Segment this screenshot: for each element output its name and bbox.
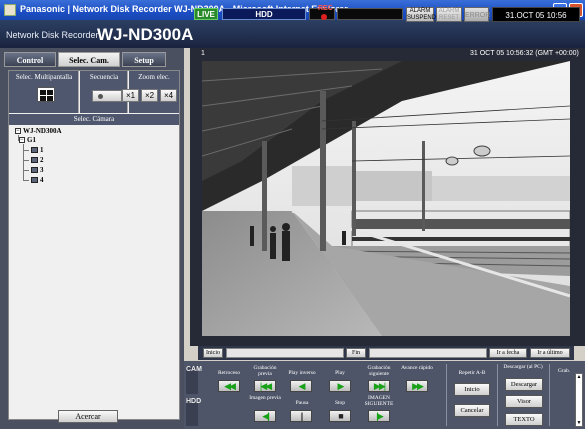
fast-forward-button[interactable]: ▶▶ xyxy=(406,380,428,392)
timeline-end-button[interactable]: Fin xyxy=(346,348,366,358)
ie-icon xyxy=(4,4,16,16)
tab-cam[interactable]: CAM xyxy=(186,366,202,394)
train-station-scene xyxy=(202,61,570,336)
tree-group[interactable]: − G1 xyxy=(19,136,36,144)
status-display xyxy=(337,8,403,20)
alarm-suspend-button[interactable]: ALARM SUSPEND xyxy=(406,7,436,22)
prev-image-button[interactable]: ◀|| xyxy=(254,410,276,422)
reverse-play-button[interactable]: ◀ xyxy=(290,380,312,392)
camera-select-header: Selec. Cámara xyxy=(9,114,179,125)
camera-icon xyxy=(31,157,38,163)
divider xyxy=(549,364,550,426)
zoom-x4-button[interactable]: ×4 xyxy=(160,89,177,102)
text-button[interactable]: TEXTO xyxy=(505,413,543,426)
prev-record-label: Grabación previa xyxy=(253,365,277,377)
camera-select-panel: Selec. Multipantalla Secuencia Zoom elec… xyxy=(8,70,180,420)
rewind-label: Retroceso xyxy=(218,370,240,376)
reverse-play-label: Play inverso xyxy=(288,370,316,376)
zoom-in-button[interactable]: Acercar xyxy=(58,410,118,423)
next-record-button[interactable]: ▶▶| xyxy=(368,380,390,392)
camera-icon xyxy=(31,147,38,153)
sequence-label: Secuencia xyxy=(89,73,119,81)
next-image-button[interactable]: ||▶ xyxy=(368,410,390,422)
stop-label: Stop xyxy=(334,400,346,406)
zoom-label: Zoom elec. xyxy=(138,73,170,81)
tab-setup[interactable]: Setup xyxy=(122,52,166,67)
hdd-indicator[interactable]: HDD xyxy=(222,8,306,20)
timeline-bar: Inicio Fin Ir a fecha Ir a último xyxy=(198,346,574,360)
pause-label: Pausa xyxy=(295,400,309,406)
rec-label: REC xyxy=(318,5,333,12)
play-label: Play xyxy=(335,370,345,376)
go-to-last-button[interactable]: Ir a último xyxy=(530,348,570,358)
stop-button[interactable]: ■ xyxy=(329,410,351,422)
timeline-start-button[interactable]: Inicio xyxy=(203,348,223,358)
grab-scrollbar[interactable]: ▲ ▼ xyxy=(575,373,583,427)
camera-video-image[interactable] xyxy=(202,61,570,336)
grab-label: Grab. xyxy=(557,368,571,374)
prev-record-button[interactable]: |◀◀ xyxy=(254,380,276,392)
rewind-button[interactable]: ◀◀ xyxy=(218,380,240,392)
video-timestamp: 31 OCT 05 10:56:32 (GMT +00:00) xyxy=(470,50,579,57)
prev-image-label: Imagen previa xyxy=(249,395,281,401)
error-button[interactable]: ERROR xyxy=(464,7,490,22)
fast-forward-label: Avance rápido xyxy=(401,365,433,371)
tree-group-label: G1 xyxy=(27,136,36,144)
pause-button[interactable]: || xyxy=(290,410,312,422)
tab-select-camera[interactable]: Selec. Cam. xyxy=(58,52,120,67)
tab-hdd[interactable]: HDD xyxy=(186,398,201,426)
tree-root-label: WJ-ND300A xyxy=(23,127,62,135)
multiscreen-block: Selec. Multipantalla xyxy=(9,71,79,113)
timeline-start-field[interactable] xyxy=(226,348,344,358)
go-to-date-button[interactable]: Ir a fecha xyxy=(489,348,527,358)
sequence-button[interactable] xyxy=(92,90,122,102)
tree-camera-1[interactable]: 1 xyxy=(23,146,44,154)
tree-camera-4[interactable]: 4 xyxy=(23,176,44,184)
timeline-end-field[interactable] xyxy=(369,348,487,358)
camera-icon xyxy=(31,177,38,183)
alarm-reset-button[interactable]: ALARM RESET xyxy=(436,7,462,22)
left-panel: Control Selec. Cam. Setup Selec. Multipa… xyxy=(0,48,184,429)
quad-screen-icon[interactable] xyxy=(37,87,55,102)
download-label: Descargar (al PC) xyxy=(503,364,543,370)
repeat-ab-label: Repetir A-B xyxy=(458,370,486,376)
repeat-start-button[interactable]: Inicio xyxy=(454,383,490,396)
divider xyxy=(446,364,447,426)
viewer-button[interactable]: Visor xyxy=(505,395,543,408)
repeat-cancel-button[interactable]: Cancelar xyxy=(454,404,490,417)
collapse-icon[interactable]: − xyxy=(19,137,25,143)
camera-icon xyxy=(31,167,38,173)
tree-camera-label: 2 xyxy=(40,156,44,164)
live-indicator[interactable]: LIVE xyxy=(194,8,218,20)
tree-camera-2[interactable]: 2 xyxy=(23,156,44,164)
tree-camera-label: 4 xyxy=(40,176,44,184)
app-header: Network Disk Recorder WJ-ND300A xyxy=(0,20,585,48)
next-image-label: IMAGEN SIGUIENTE xyxy=(364,395,394,407)
header-datetime: 31.OCT 05 10:56 xyxy=(492,7,580,22)
rec-dot-icon xyxy=(321,14,327,20)
scroll-down-icon[interactable]: ▼ xyxy=(576,420,582,426)
play-button[interactable]: ▶ xyxy=(329,380,351,392)
divider xyxy=(497,364,498,426)
zoom-x2-button[interactable]: ×2 xyxy=(141,89,158,102)
brand-model: WJ-ND300A xyxy=(97,25,194,44)
multiscreen-label: Selec. Multipantalla xyxy=(15,73,73,81)
zoom-x1-button[interactable]: ×1 xyxy=(122,89,139,102)
download-button[interactable]: Descargar xyxy=(505,378,543,391)
collapse-icon[interactable]: − xyxy=(15,128,21,134)
next-record-label: Grabación siguiente xyxy=(367,365,391,377)
tree-root[interactable]: − WJ-ND300A xyxy=(15,127,62,135)
tree-camera-label: 1 xyxy=(40,146,44,154)
tree-camera-3[interactable]: 3 xyxy=(23,166,44,174)
scroll-up-icon[interactable]: ▲ xyxy=(576,374,582,380)
tab-control[interactable]: Control xyxy=(4,52,56,67)
tree-camera-label: 3 xyxy=(40,166,44,174)
camera-number: 1 xyxy=(201,50,205,57)
brand-subtitle: Network Disk Recorder xyxy=(6,30,99,40)
